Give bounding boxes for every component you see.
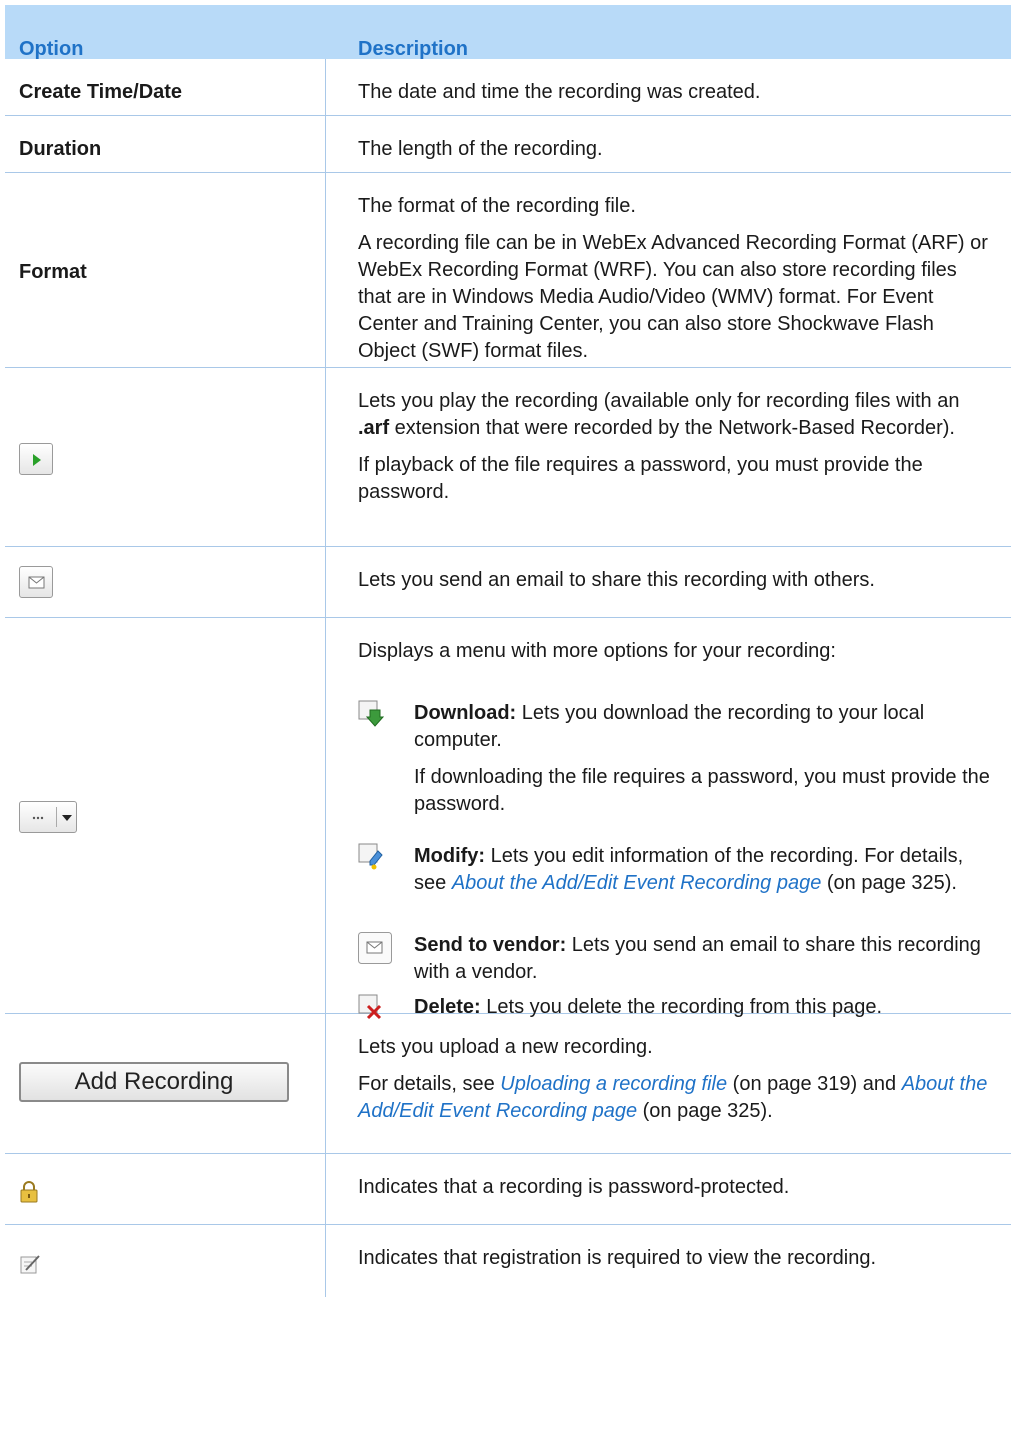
table-row: Add Recording Lets you upload a new reco… <box>5 1014 1011 1154</box>
more-options-icon <box>32 807 72 827</box>
download-icon <box>358 700 384 727</box>
description-format: The format of the recording file. A reco… <box>358 195 988 362</box>
lock-icon <box>20 1181 38 1203</box>
description-play: Lets you play the recording (available o… <box>358 390 960 503</box>
description-email: Lets you send an email to share this rec… <box>358 569 875 591</box>
header-option: Option <box>19 38 84 60</box>
description-duration: The length of the recording. <box>358 138 603 160</box>
registration-icon <box>20 1255 40 1274</box>
option-create-time: Create Time/Date <box>19 81 183 103</box>
table-row: Duration The length of the recording. <box>5 116 1011 173</box>
play-button[interactable] <box>19 443 53 475</box>
table-row: Indicates that a recording is password-p… <box>5 1154 1011 1225</box>
modify-icon <box>358 843 383 870</box>
table-row: Lets you send an email to share this rec… <box>5 547 1011 618</box>
description-create-time: The date and time the recording was crea… <box>358 81 761 103</box>
play-icon <box>33 454 41 466</box>
table-row: Displays a menu with more options for yo… <box>5 618 1011 1020</box>
link-add-edit-event-recording[interactable]: About the Add/Edit Event Recording page <box>452 872 822 894</box>
description-more-options: Displays a menu with more options for yo… <box>358 640 836 662</box>
table-header: Option Description <box>5 5 1011 60</box>
table-row: Create Time/Date The date and time the r… <box>5 59 1011 116</box>
envelope-icon <box>28 576 45 589</box>
description-registration: Indicates that registration is required … <box>358 1247 877 1269</box>
table-row: Indicates that registration is required … <box>5 1225 1011 1297</box>
envelope-icon <box>358 932 392 964</box>
table-row: Format The format of the recording file.… <box>5 173 1011 368</box>
description-add-recording: Lets you upload a new recording. For det… <box>358 1036 988 1122</box>
header-description: Description <box>358 38 469 60</box>
options-table: Option Description Create Time/Date The … <box>5 5 1011 1297</box>
add-recording-button[interactable]: Add Recording <box>19 1062 289 1102</box>
option-format: Format <box>19 261 87 283</box>
email-button[interactable] <box>19 566 53 598</box>
table-row: Lets you play the recording (available o… <box>5 368 1011 547</box>
option-duration: Duration <box>19 138 102 160</box>
link-uploading-recording-file[interactable]: Uploading a recording file <box>500 1073 727 1095</box>
description-lock: Indicates that a recording is password-p… <box>358 1176 790 1198</box>
more-options-button[interactable] <box>19 801 77 833</box>
